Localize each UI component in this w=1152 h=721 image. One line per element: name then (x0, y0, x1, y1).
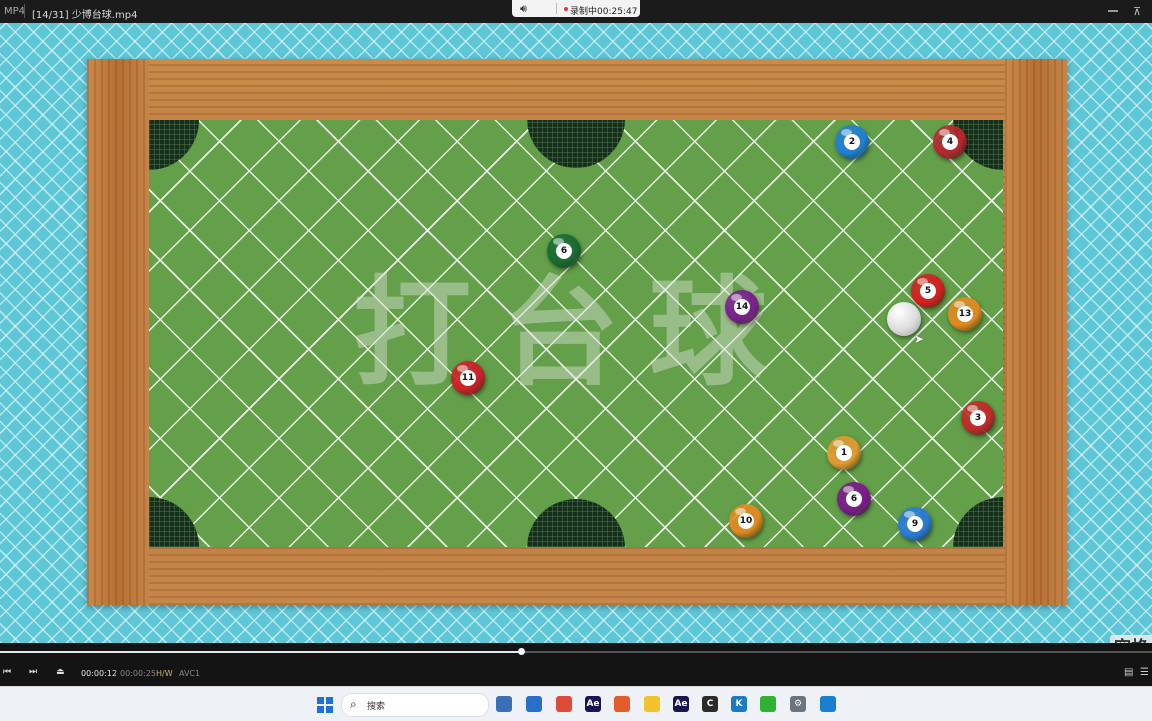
ball: 14 (725, 290, 759, 324)
ball: 13 (948, 297, 982, 331)
recording-time: 录制中00:25:47 (570, 7, 638, 17)
title-bar: MP4 [14/31] 少博台球.mp4 🔊︎ 录制中00:25:47 ⊼ (0, 0, 1152, 23)
format-label: MP4 (4, 6, 26, 17)
ball: 6 (837, 482, 871, 516)
ball: 6 (547, 234, 581, 268)
folder-icon[interactable] (644, 696, 660, 712)
duration: 00:00:25 (120, 669, 156, 678)
menu-icon[interactable]: ☰ (1140, 667, 1149, 678)
taskbar-search-box[interactable]: ⌕ 搜索 (341, 693, 489, 717)
billiard-table-felt: 打台球 2 4 6 14 5 13 11 3 1 6 9 10 (149, 120, 1003, 547)
codec-label: AVC1 (179, 669, 201, 678)
seek-bar[interactable] (0, 643, 1152, 660)
current-time: 00:00:12 (81, 669, 117, 678)
pocket-top-left (149, 120, 199, 170)
seek-progress (0, 651, 521, 653)
circle-app-icon[interactable]: C (702, 696, 718, 712)
eject-icon[interactable]: ⏏ (56, 667, 65, 677)
search-icon: ⌕ (350, 697, 357, 711)
mail-icon[interactable] (526, 696, 542, 712)
divider (24, 4, 25, 18)
watermark-title: 打台球 (352, 264, 797, 402)
ball: 3 (961, 401, 995, 435)
search-placeholder: 搜索 (367, 702, 386, 712)
mouse-cursor-icon: ➤ (914, 332, 925, 346)
previous-icon[interactable]: ⏮ (3, 667, 11, 677)
pocket-bottom-middle (527, 499, 625, 547)
next-frame-icon[interactable]: ⏭ (29, 667, 37, 677)
video-frame[interactable]: 打台球 2 4 6 14 5 13 11 3 1 6 9 10 ➤ 空格 (0, 23, 1152, 643)
k-app-icon[interactable]: K (731, 696, 747, 712)
ball: 10 (729, 504, 763, 538)
after-effects-icon[interactable]: Ae (585, 696, 601, 712)
wechat-icon[interactable] (760, 696, 776, 712)
minimize-icon[interactable] (1108, 10, 1118, 12)
player-controls: ⏮ ⏭ ⏏ 00:00:12 / 00:00:25 H/W AVC1 ▤ ☰ (0, 660, 1152, 686)
divider (556, 3, 557, 14)
pin-icon[interactable]: ⊼ (1133, 5, 1141, 18)
cue-ball (887, 302, 921, 336)
speaker-icon[interactable]: 🔊︎ (520, 2, 527, 16)
ball: 9 (898, 507, 932, 541)
chrome-icon[interactable] (556, 696, 572, 712)
seek-handle[interactable] (517, 648, 525, 655)
time-separator: / (114, 669, 117, 678)
windows-taskbar: ⌕ 搜索 Ae Ae C K ⚙ (0, 686, 1152, 721)
file-name: [14/31] 少博台球.mp4 (32, 10, 138, 21)
app-icon[interactable] (614, 696, 630, 712)
windows-start-icon[interactable] (317, 697, 333, 713)
frame-right-rail (1005, 59, 1067, 605)
frame-left-rail (87, 59, 149, 605)
pocket-bottom-right (953, 497, 1003, 547)
subtitle-icon[interactable]: ▤ (1124, 667, 1133, 678)
ball: 11 (451, 361, 485, 395)
ball: 1 (827, 436, 861, 470)
record-dot-icon (564, 7, 568, 11)
keyboard-overlay: 空格 (1110, 635, 1152, 643)
pocket-bottom-left (149, 497, 199, 547)
pocket-top-middle (527, 120, 625, 168)
ball: 2 (835, 125, 869, 159)
file-app-icon[interactable] (496, 696, 512, 712)
ball: 4 (933, 125, 967, 159)
hardware-decode-badge[interactable]: H/W (156, 669, 173, 678)
vscode-icon[interactable] (820, 696, 836, 712)
settings-icon[interactable]: ⚙ (790, 696, 806, 712)
recording-indicator[interactable]: 🔊︎ 录制中00:25:47 (512, 0, 640, 17)
after-effects-icon-2[interactable]: Ae (673, 696, 689, 712)
ball: 5 (911, 274, 945, 308)
